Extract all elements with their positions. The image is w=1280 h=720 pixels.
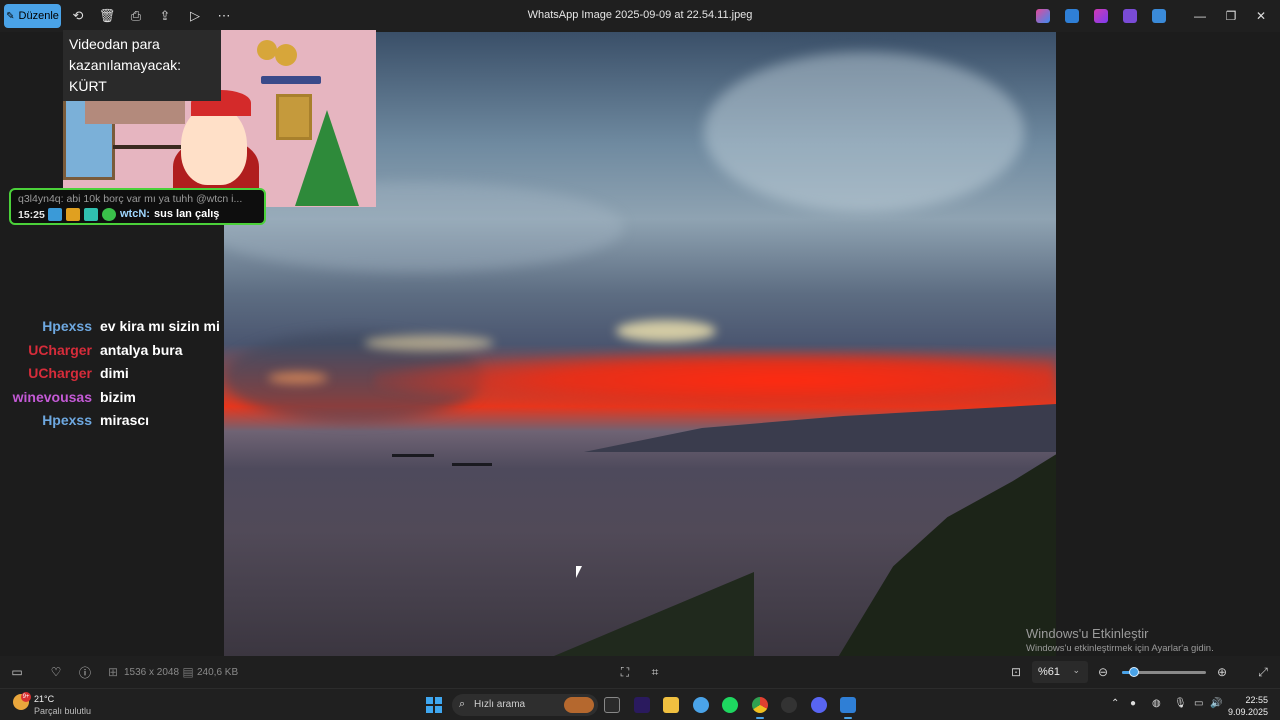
info-icon[interactable]: ⓘ — [77, 665, 93, 680]
taskbar-search[interactable]: ⌕ Hızlı arama — [452, 694, 598, 716]
crown-icon — [66, 208, 80, 221]
weather-badge: 9+ — [21, 692, 31, 702]
activation-subtitle: Windows'u etkinleştirmek için Ayarlar'a … — [1026, 643, 1214, 654]
tray-app-icon[interactable]: ◍ — [1152, 698, 1161, 709]
temperature[interactable]: 21°C — [34, 694, 54, 704]
file-size: 240,6 KB — [197, 667, 239, 678]
chat-username: winevousas — [12, 388, 92, 405]
file-explorer-icon[interactable] — [663, 697, 679, 713]
badge-icon — [84, 208, 98, 221]
designer-icon[interactable] — [1123, 9, 1137, 23]
christmas-tree-icon — [295, 110, 359, 206]
chat-message: dimi — [100, 365, 129, 381]
chrome-icon[interactable] — [752, 697, 768, 713]
clock-date: 9.09.2025 — [1227, 707, 1268, 717]
discord-icon[interactable] — [811, 697, 827, 713]
overlay-caption: Videodan para kazanılamayacak: KÜRT — [63, 30, 221, 101]
chat-line: Hpexss ev kira mı sizin mi — [0, 318, 220, 335]
network-icon[interactable]: ▭ — [1194, 698, 1203, 709]
chat-reply-preview: q3l4yn4q: abi 10k borç var mı ya tuhh @w… — [18, 193, 243, 205]
settings-icon[interactable] — [693, 697, 709, 713]
image-dimensions: 1536 x 2048 — [124, 667, 180, 678]
clock-time: 22:55 — [1245, 695, 1268, 705]
start-icon[interactable] — [426, 697, 442, 713]
chat-line: UCharger dimi — [0, 365, 129, 382]
system-clock[interactable]: 22:55 9.09.2025 — [1224, 694, 1268, 718]
fullscreen-icon[interactable]: ⤢ — [1255, 665, 1271, 679]
chat-message: bizim — [100, 388, 136, 405]
obs-icon[interactable] — [781, 697, 797, 713]
dimensions-icon: ⊞ — [107, 665, 119, 679]
taskbar: 9+ 21°C Parçalı bulutlu ⌕ Hızlı arama ⌃ … — [0, 688, 1280, 720]
copilot-icon[interactable] — [1036, 9, 1050, 23]
chat-username: Hpexss — [42, 412, 92, 428]
zoom-value: %61 — [1038, 666, 1061, 678]
chat-timestamp: 15:25 — [18, 209, 45, 221]
verified-icon — [102, 208, 116, 221]
photos-icon[interactable] — [840, 697, 856, 713]
premiere-icon[interactable] — [634, 697, 650, 713]
activation-watermark: Windows'u Etkinleştir Windows'u etkinleş… — [1026, 626, 1214, 654]
tray-app-icon[interactable]: ● — [1130, 698, 1136, 709]
clipchamp-icon[interactable] — [1094, 9, 1108, 23]
screenshot-icon[interactable]: ⊡ — [1008, 665, 1024, 679]
favorite-icon[interactable]: ♡ — [48, 665, 64, 679]
chat-username: Hpexss — [42, 318, 92, 334]
onedrive-icon[interactable] — [1152, 9, 1166, 23]
volume-icon[interactable]: 🔊 — [1210, 698, 1222, 709]
zoom-out-icon[interactable]: ⊖ — [1095, 665, 1111, 679]
chevron-down-icon: ⌄ — [1072, 665, 1080, 675]
pinned-chat-message: q3l4yn4q: abi 10k borç var mı ya tuhh @w… — [9, 188, 266, 225]
file-size-icon: ▤ — [182, 665, 194, 679]
activation-title: Windows'u Etkinleştir — [1026, 626, 1149, 641]
close-icon[interactable]: ✕ — [1252, 8, 1270, 24]
minimize-icon[interactable]: — — [1191, 8, 1209, 24]
chat-message: mirascı — [100, 412, 150, 428]
search-placeholder: Hızlı arama — [474, 699, 526, 710]
search-icon: ⌕ — [459, 698, 466, 710]
weather-condition[interactable]: Parçalı bulutlu — [34, 706, 91, 716]
window-title: WhatsApp Image 2025-09-09 at 22.54.11.jp… — [527, 9, 753, 21]
zoom-slider[interactable] — [1122, 667, 1206, 677]
stream-overlay: Videodan para kazanılamayacak: KÜRT — [63, 30, 376, 207]
mouse-cursor-icon — [576, 566, 582, 578]
spotify-icon[interactable] — [722, 697, 738, 713]
zoom-select[interactable]: %61 ⌄ — [1032, 661, 1088, 683]
title-bar: ✎ Düzenle ⟲ 🗑 ⎙ ⇪ ▷ ⋯ WhatsApp Image 202… — [0, 0, 1280, 32]
actual-size-icon[interactable]: ⌗ — [647, 665, 663, 679]
task-view-icon[interactable] — [604, 697, 620, 713]
chat-line: UCharger antalya bura — [0, 342, 182, 359]
microphone-icon[interactable]: 🎙 — [1174, 698, 1187, 709]
zoom-slider-thumb[interactable] — [1129, 667, 1140, 677]
photos-editor-icon[interactable] — [1065, 9, 1079, 23]
chat-line: Hpexss mirascı — [0, 412, 149, 429]
badge-icon — [48, 208, 62, 221]
chat-line: winevousas bizim — [0, 389, 136, 406]
chat-message: ev kira mı sizin mi — [100, 318, 220, 334]
chevron-up-icon[interactable]: ⌃ — [1111, 698, 1119, 709]
chat-message: antalya bura — [100, 341, 183, 358]
search-highlight-icon — [564, 697, 594, 713]
streamer-avatar — [181, 105, 247, 185]
bottom-toolbar: ▭ ♡ ⓘ ⊞ 1536 x 2048 ▤ 240,6 KB ⛶ ⌗ ⊡ %61… — [0, 656, 1280, 688]
maximize-icon[interactable]: ❐ — [1222, 8, 1240, 24]
chat-username: UCharger — [28, 341, 92, 358]
zoom-in-icon[interactable]: ⊕ — [1214, 665, 1230, 679]
filmstrip-icon[interactable]: ▭ — [9, 665, 25, 679]
chat-username: wtcN: — [120, 208, 150, 220]
chat-username: UCharger — [28, 365, 92, 381]
chat-message: sus lan çalış — [154, 208, 220, 220]
fit-screen-icon[interactable]: ⛶ — [617, 665, 633, 679]
